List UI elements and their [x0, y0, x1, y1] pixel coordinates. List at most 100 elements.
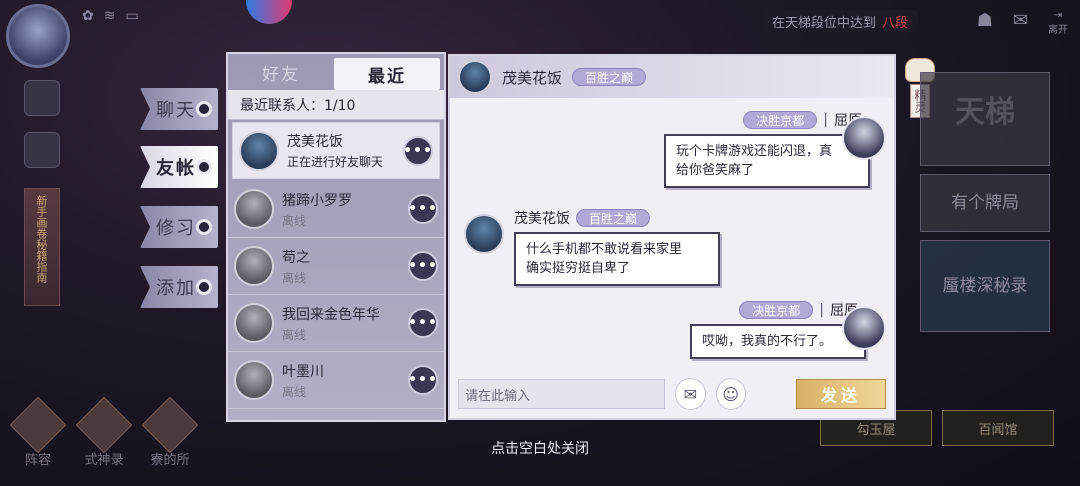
send-button[interactable]: 发送 [795, 379, 886, 409]
gift-icon[interactable]: ✉ [675, 378, 706, 410]
message-bubble: 什么手机都不敢说看来家里 确实挺穷挺自卑了 [514, 232, 720, 286]
message-text: 确实挺穷挺自卑了 [526, 261, 631, 276]
left-badges [24, 80, 60, 168]
sidetab-friends[interactable]: 友帐 [140, 146, 218, 188]
contact-status: 正在进行好友聊天 [287, 155, 384, 169]
radio-icon [196, 219, 212, 235]
separator: | [819, 302, 824, 318]
sender-name: 茂美花饭 [514, 211, 570, 227]
message-bubble: 玩个卡牌游戏还能闪退，真 给你爸笑麻了 [664, 134, 870, 188]
partner-title-badge: 百胜之巅 [572, 68, 647, 86]
radio-icon [196, 101, 212, 117]
server-badge: 决胜京都 [743, 111, 818, 129]
radio-icon [196, 279, 212, 295]
partner-title-badge: 百胜之巅 [576, 209, 651, 227]
message: 决胜京都 | 屈原 哎呦，我真的不行了。 [658, 300, 866, 359]
badge-icon[interactable] [24, 132, 60, 168]
sidetab-chat[interactable]: 聊天 [140, 88, 218, 130]
message-text: 给你爸笑麻了 [676, 163, 755, 178]
partner-avatar[interactable] [458, 60, 492, 94]
right-cards: 天梯 有个牌局 蜃楼深秘录 [920, 72, 1050, 340]
partner-avatar[interactable] [464, 214, 504, 254]
contact-avatar [239, 130, 279, 171]
sidetab-label: 聊天 [156, 100, 196, 121]
battery-icon: ▭ [125, 8, 139, 24]
ladder-card[interactable]: 天梯 [920, 72, 1050, 166]
message: 决胜京都 | 屈原 玩个卡牌游戏还能闪退，真 给你爸笑麻了 [664, 110, 870, 188]
more-options-icon[interactable]: ••• [408, 194, 438, 224]
message-text: 哎呦，我真的不行了。 [702, 334, 833, 349]
contact-status: 离线 [282, 327, 307, 342]
contact-list: 茂美花饭 正在进行好友聊天 ••• 猪蹄小罗罗 离线 ••• 苟之 离线 ••• [228, 120, 444, 409]
contact-row[interactable]: 苟之 离线 ••• [228, 238, 444, 295]
contact-avatar [234, 189, 274, 229]
contact-name: 我回来金色年华 [282, 306, 380, 323]
gear-icon[interactable]: ✿ [82, 8, 94, 24]
sidetab-study[interactable]: 修习 [140, 206, 218, 248]
more-options-icon[interactable]: ••• [408, 308, 438, 338]
message-list: 决胜京都 | 屈原 玩个卡牌游戏还能闪退，真 给你爸笑麻了 茂美花饭 百胜之巅 … [450, 98, 894, 374]
contact-avatar [234, 246, 274, 286]
chat-panel: 茂美花饭 百胜之巅 决胜京都 | 屈原 玩个卡牌游戏还能闪退，真 给你爸笑麻了 … [448, 54, 896, 420]
my-avatar[interactable] [842, 116, 886, 160]
ladder-notice-text: 在天梯段位中达到 [772, 15, 877, 31]
contact-row[interactable]: 猪蹄小罗罗 离线 ••• [228, 181, 444, 238]
wifi-icon: ≋ [103, 8, 116, 24]
guide-banner[interactable]: 新手画卷秘籍指南 [24, 188, 60, 306]
message-input[interactable]: 请在此输入 [458, 379, 666, 409]
lineup-button[interactable]: 阵容 [9, 396, 67, 468]
user-icon[interactable]: ☗ [977, 10, 993, 31]
contact-avatar [234, 303, 274, 343]
message: 茂美花饭 百胜之巅 什么手机都不敢说看来家里 确实挺穷挺自卑了 [514, 208, 720, 286]
more-options-icon[interactable]: ••• [403, 135, 433, 166]
contacts-panel: 好友 最近 最近联系人：1/10 茂美花饭 正在进行好友聊天 ••• 猪蹄小罗罗… [226, 52, 446, 422]
shikigami-button[interactable]: 式神录 [75, 396, 133, 468]
separator: | [823, 112, 828, 128]
emoji-icon[interactable]: ☺ [715, 378, 746, 410]
message-bubble: 哎呦，我真的不行了。 [690, 324, 866, 359]
ladder-title: 天梯 [955, 95, 1015, 130]
player-avatar[interactable] [6, 4, 70, 68]
more-options-icon[interactable]: ••• [408, 251, 438, 281]
sidetab-add[interactable]: 添加 [140, 266, 218, 308]
server-badge: 决胜京都 [739, 301, 814, 319]
card-game-card[interactable]: 有个牌局 [920, 174, 1050, 232]
contact-status: 离线 [282, 213, 307, 228]
message-text: 玩个卡牌游戏还能闪退，真 [676, 144, 833, 159]
sidetab-label: 添加 [156, 278, 196, 299]
contact-row[interactable]: 叶墨川 离线 ••• [228, 352, 444, 409]
chat-header: 茂美花饭 百胜之巅 [450, 56, 894, 98]
exit-icon: ⇥ [1053, 10, 1063, 21]
tower-card[interactable]: 蜃楼深秘录 [920, 240, 1050, 332]
message-text: 什么手机都不敢说看来家里 [526, 242, 683, 257]
contact-avatar [234, 360, 274, 400]
radio-icon [196, 159, 212, 175]
contact-name: 茂美花饭 [287, 134, 343, 150]
badge-icon[interactable] [24, 80, 60, 116]
contact-name: 猪蹄小罗罗 [282, 192, 352, 209]
contact-name: 叶墨川 [282, 363, 324, 380]
ladder-notice-rank: 八段 [882, 15, 909, 31]
partner-name: 茂美花饭 [502, 68, 563, 87]
bottom-left-menu: 阵容 式神录 寮的所 [9, 396, 199, 468]
sidetab-label: 修习 [156, 218, 196, 239]
more-options-icon[interactable]: ••• [408, 365, 438, 395]
contact-row[interactable]: 茂美花饭 正在进行好友聊天 ••• [232, 122, 440, 179]
my-avatar[interactable] [842, 306, 886, 350]
close-hint: 点击空白处关闭 [491, 441, 589, 457]
recent-contacts-header: 最近联系人：1/10 [228, 90, 444, 120]
ladder-notice: 在天梯段位中达到 八段 [762, 10, 919, 32]
chat-input-bar: 请在此输入 ✉ ☺ 发送 [450, 370, 894, 418]
top-right-icons: ☗ ✉ ⇥ 离开 [977, 10, 1068, 36]
status-icons: ✿ ≋ ▭ [82, 8, 139, 24]
tab-friends[interactable]: 好友 [228, 54, 334, 90]
contact-name: 苟之 [282, 249, 310, 266]
mail-icon[interactable]: ✉ [1013, 10, 1028, 31]
leave-button[interactable]: ⇥ 离开 [1048, 10, 1068, 36]
contact-status: 离线 [282, 384, 307, 399]
tab-recent[interactable]: 最近 [334, 58, 440, 90]
contact-row[interactable]: 我回来金色年华 离线 ••• [228, 295, 444, 352]
contacts-tabs: 好友 最近 [228, 54, 444, 90]
guild-button[interactable]: 寮的所 [141, 396, 199, 468]
leave-label: 离开 [1048, 25, 1068, 36]
